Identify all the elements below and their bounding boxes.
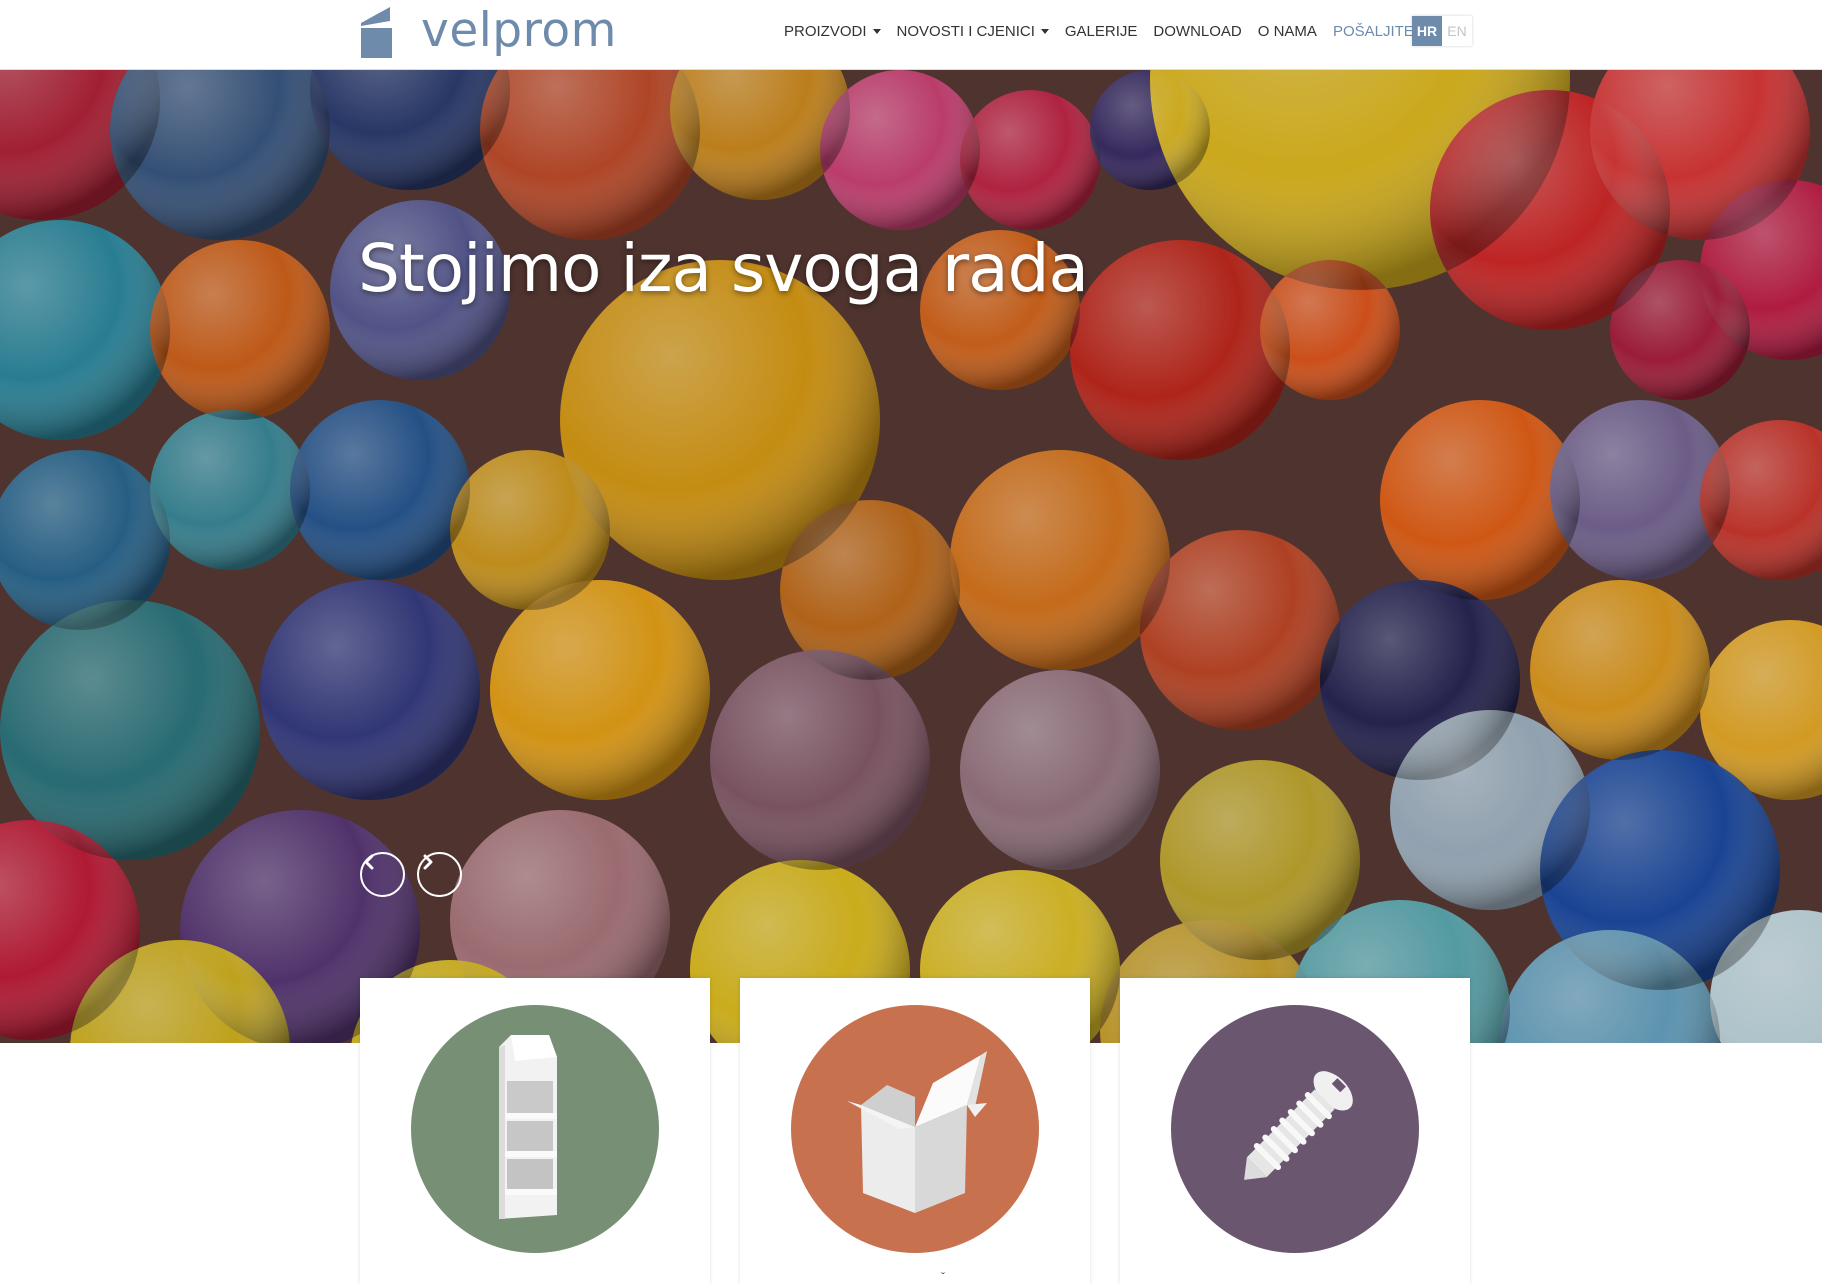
nav-label: GALERIJE (1064, 23, 1138, 40)
product-card-packaging[interactable]: ˇ (740, 978, 1090, 1284)
hero-title: Stojimo iza svoga rada (358, 230, 1089, 307)
nav-proizvodi[interactable]: PROIZVODI (784, 23, 881, 40)
nav-download[interactable]: DOWNLOAD (1153, 23, 1241, 40)
caret-down-icon (1040, 29, 1049, 34)
product-card-stands[interactable] (360, 978, 710, 1284)
screw-icon (1171, 1005, 1419, 1253)
nav-novosti[interactable]: NOVOSTI I CJENICI (897, 23, 1049, 40)
nav-o-nama[interactable]: O NAMA (1258, 23, 1317, 40)
chevron-right-icon (423, 854, 433, 870)
site-header: velprom PROIZVODI NOVOSTI I CJENICI GALE… (0, 0, 1822, 70)
logo-text: velprom (421, 3, 617, 58)
hero-slider: Stojimo iza svoga rada (0, 70, 1822, 1043)
open-box-icon (791, 1005, 1039, 1253)
nav-label: O NAMA (1257, 23, 1317, 40)
logo[interactable]: velprom (359, 3, 617, 59)
caret-down-icon (872, 29, 881, 34)
nav-galerije[interactable]: GALERIJE (1065, 23, 1138, 40)
hero-balloons-image (0, 70, 1822, 1043)
product-card-screws[interactable] (1120, 978, 1470, 1284)
slider-next-button[interactable] (417, 852, 462, 897)
nav-label: PROIZVODI (784, 23, 867, 40)
main-nav: PROIZVODI NOVOSTI I CJENICI GALERIJE DOW… (784, 0, 1468, 63)
nav-label: DOWNLOAD (1153, 23, 1242, 40)
slider-prev-button[interactable] (360, 852, 405, 897)
card-hint-text: ˇ (941, 1270, 945, 1284)
lang-en-button[interactable]: EN (1442, 16, 1472, 46)
language-switcher: HR EN (1412, 16, 1472, 46)
display-stand-icon (411, 1005, 659, 1253)
logo-icon (359, 5, 395, 58)
lang-hr-button[interactable]: HR (1412, 16, 1442, 46)
chevron-left-icon (364, 854, 374, 870)
nav-label: NOVOSTI I CJENICI (896, 23, 1035, 40)
